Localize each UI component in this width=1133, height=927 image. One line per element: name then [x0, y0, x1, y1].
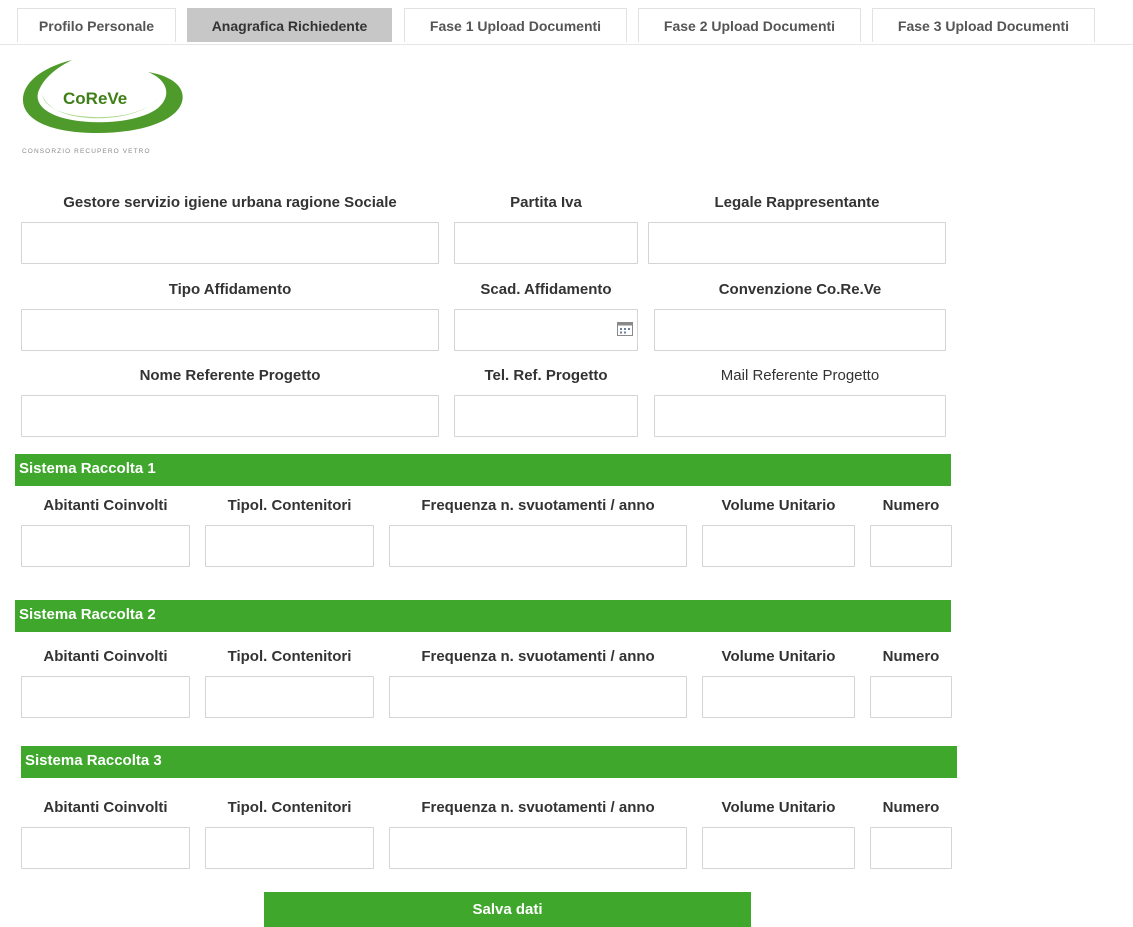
tab-fase-1-upload[interactable]: Fase 1 Upload Documenti — [404, 8, 627, 42]
sistema-2-tipol-label: Tipol. Contenitori — [227, 648, 352, 665]
sistema-3-numero-input[interactable] — [870, 827, 952, 869]
partita-iva-input[interactable] — [454, 222, 638, 264]
save-button[interactable]: Salva dati — [264, 892, 751, 927]
tipo-affidamento-label: Tipo Affidamento — [168, 281, 292, 298]
mail-referente-label: Mail Referente Progetto — [720, 367, 880, 384]
convenzione-label: Convenzione Co.Re.Ve — [718, 281, 882, 298]
sistema-2-numero-input[interactable] — [870, 676, 952, 718]
tab-profilo-personale[interactable]: Profilo Personale — [17, 8, 176, 42]
sistema-2-abitanti-input[interactable] — [21, 676, 190, 718]
sistema-2-frequenza-input[interactable] — [389, 676, 687, 718]
convenzione-input[interactable] — [654, 309, 946, 351]
sistema-3-volume-input[interactable] — [702, 827, 855, 869]
sistema-raccolta-1-header: Sistema Raccolta 1 — [15, 454, 951, 486]
sistema-3-tipol-label: Tipol. Contenitori — [227, 799, 352, 816]
sistema-1-frequenza-input[interactable] — [389, 525, 687, 567]
sistema-1-tipol-input[interactable] — [205, 525, 374, 567]
sistema-3-tipol-input[interactable] — [205, 827, 374, 869]
sistema-2-tipol-input[interactable] — [205, 676, 374, 718]
sistema-3-volume-label: Volume Unitario — [721, 799, 836, 816]
nome-referente-label: Nome Referente Progetto — [139, 367, 321, 384]
sistema-1-tipol-label: Tipol. Contenitori — [227, 497, 352, 514]
tab-fase-3-upload[interactable]: Fase 3 Upload Documenti — [872, 8, 1095, 42]
sistema-1-abitanti-input[interactable] — [21, 525, 190, 567]
tab-fase-2-upload[interactable]: Fase 2 Upload Documenti — [638, 8, 861, 42]
gestore-input[interactable] — [21, 222, 439, 264]
sistema-3-abitanti-input[interactable] — [21, 827, 190, 869]
gestore-label: Gestore servizio igiene urbana ragione S… — [63, 194, 397, 211]
coreve-logo: CoReVe CONSORZIO RECUPERO VETRO — [20, 54, 190, 162]
sistema-3-frequenza-input[interactable] — [389, 827, 687, 869]
sistema-1-frequenza-label: Frequenza n. svuotamenti / anno — [421, 497, 655, 514]
calendar-icon[interactable] — [617, 322, 633, 336]
sistema-2-frequenza-label: Frequenza n. svuotamenti / anno — [421, 648, 655, 665]
scad-affidamento-label: Scad. Affidamento — [480, 281, 612, 298]
nome-referente-input[interactable] — [21, 395, 439, 437]
sistema-1-numero-input[interactable] — [870, 525, 952, 567]
sistema-raccolta-2-header: Sistema Raccolta 2 — [15, 600, 951, 632]
sistema-1-numero-label: Numero — [882, 497, 940, 514]
legale-rappresentante-label: Legale Rappresentante — [714, 194, 880, 211]
logo-subtitle: CONSORZIO RECUPERO VETRO — [22, 148, 151, 155]
scad-affidamento-input[interactable] — [454, 309, 638, 351]
sistema-3-frequenza-label: Frequenza n. svuotamenti / anno — [421, 799, 655, 816]
tab-bar: Profilo Personale Anagrafica Richiedente… — [0, 0, 1133, 45]
tel-ref-input[interactable] — [454, 395, 638, 437]
sistema-3-numero-label: Numero — [882, 799, 940, 816]
sistema-raccolta-3-header: Sistema Raccolta 3 — [21, 746, 957, 778]
sistema-2-abitanti-label: Abitanti Coinvolti — [43, 648, 168, 665]
sistema-1-abitanti-label: Abitanti Coinvolti — [43, 497, 168, 514]
tel-ref-label: Tel. Ref. Progetto — [484, 367, 608, 384]
tab-anagrafica-richiedente[interactable]: Anagrafica Richiedente — [187, 8, 392, 42]
sistema-1-volume-input[interactable] — [702, 525, 855, 567]
tipo-affidamento-input[interactable] — [21, 309, 439, 351]
mail-referente-input[interactable] — [654, 395, 946, 437]
sistema-2-volume-input[interactable] — [702, 676, 855, 718]
sistema-1-volume-label: Volume Unitario — [721, 497, 836, 514]
logo-name: CoReVe — [63, 89, 128, 108]
sistema-2-numero-label: Numero — [882, 648, 940, 665]
sistema-3-abitanti-label: Abitanti Coinvolti — [43, 799, 168, 816]
legale-rappresentante-input[interactable] — [648, 222, 946, 264]
partita-iva-label: Partita Iva — [510, 194, 582, 211]
sistema-2-volume-label: Volume Unitario — [721, 648, 836, 665]
